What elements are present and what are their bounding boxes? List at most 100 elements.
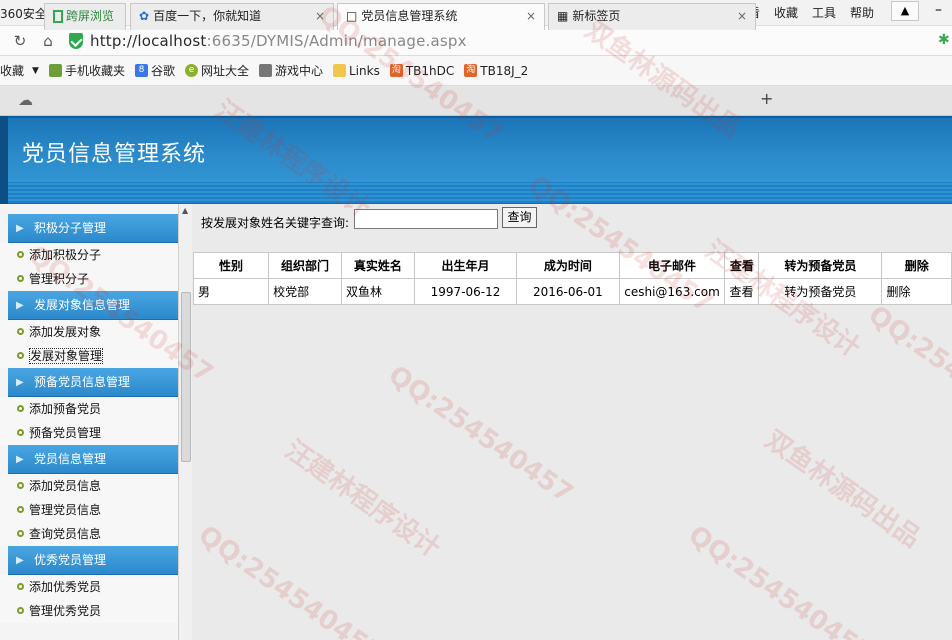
item-label: 管理党员信息	[29, 503, 102, 517]
globe-icon: e	[184, 64, 198, 77]
url-host: http://localhost	[90, 32, 207, 50]
section-label: 优秀党员管理	[34, 553, 107, 567]
delete-link[interactable]: 删除	[881, 278, 952, 305]
cell-gender: 男	[192, 278, 270, 305]
view-link[interactable]: 查看	[724, 278, 760, 305]
bookmark-games[interactable]: 游戏中心	[258, 62, 323, 79]
taobao-icon: 淘	[464, 64, 478, 77]
tab-new[interactable]: ▦ 新标签页 ×	[548, 3, 756, 30]
tab-cross-screen[interactable]: 跨屏浏览	[44, 3, 126, 30]
skin-icon[interactable]: ▲	[891, 1, 919, 21]
search-button[interactable]: 查询	[502, 207, 537, 228]
bookmark-tb1[interactable]: 淘 TB1hDC	[389, 64, 454, 78]
home-icon[interactable]: ⌂	[38, 31, 58, 51]
sidebar-item-add-excellent[interactable]: 添加优秀党员	[0, 575, 178, 599]
bullet-icon	[17, 429, 24, 436]
url-path: :6635/DYMIS/Admin/manage.aspx	[206, 32, 467, 50]
bullet-icon	[17, 482, 24, 489]
menu-tools[interactable]: 工具	[812, 4, 836, 21]
sidebar-item-manage-member[interactable]: 管理党员信息	[0, 498, 178, 522]
new-tab-button[interactable]: +	[760, 89, 773, 108]
cell-join-date: 2016-06-01	[516, 278, 620, 305]
url-field[interactable]: http://localhost:6635/DYMIS/Admin/manage…	[90, 32, 467, 50]
bullet-icon	[17, 405, 24, 412]
sidebar-section-development[interactable]: ▶ 发展对象信息管理	[8, 291, 178, 320]
col-view: 查看	[724, 252, 760, 279]
bookmark-label: 谷歌	[150, 64, 175, 78]
cloud-icon[interactable]: ☁	[18, 91, 33, 109]
folder-icon	[333, 64, 346, 77]
tab-party-system[interactable]: □ 党员信息管理系统 ×	[337, 3, 545, 30]
bookmark-favorites[interactable]: 收藏 ▼	[0, 62, 39, 79]
item-label: 添加优秀党员	[29, 580, 102, 594]
sidebar-item-manage-development[interactable]: 发展对象管理	[0, 344, 178, 368]
minimize-button[interactable]: –	[925, 1, 952, 21]
sidebar-item-add-activist[interactable]: 添加积极分子	[0, 243, 178, 267]
main-panel: 按发展对象姓名关键字查询: 查询 性别 组织部门 真实姓名 出生年月 成为时间 …	[192, 204, 952, 640]
sidebar-item-manage-activist[interactable]: 管理积分子	[0, 267, 178, 291]
sidebar-section-excellent[interactable]: ▶ 优秀党员管理	[8, 546, 178, 575]
security-shield-icon[interactable]	[69, 33, 83, 49]
scroll-up-icon[interactable]: ▲	[182, 206, 188, 215]
item-label: 查询党员信息	[29, 527, 102, 541]
col-convert: 转为预备党员	[758, 252, 883, 279]
sidebar-item-add-development[interactable]: 添加发展对象	[0, 320, 178, 344]
col-delete: 删除	[881, 252, 952, 279]
taobao-icon: 淘	[389, 64, 403, 77]
menu-help[interactable]: 帮助	[850, 4, 874, 21]
system-title: 党员信息管理系统	[22, 142, 207, 167]
tab-label: 跨屏浏览	[66, 9, 115, 23]
close-icon[interactable]: ×	[526, 4, 536, 29]
section-label: 发展对象信息管理	[34, 298, 131, 312]
tab-label: 新标签页	[572, 9, 621, 23]
col-gender: 性别	[192, 252, 270, 279]
search-input[interactable]	[354, 209, 498, 229]
sidebar-section-members[interactable]: ▶ 党员信息管理	[8, 445, 178, 474]
menu-favorites[interactable]: 收藏	[774, 4, 798, 21]
page-icon: □	[346, 9, 358, 23]
bookmark-tb2[interactable]: 淘 TB18J_2	[464, 64, 528, 78]
table-row: 男 校党部 双鱼林 1997-06-12 2016-06-01 ceshi@16…	[192, 278, 952, 305]
sidebar-item-add-member[interactable]: 添加党员信息	[0, 474, 178, 498]
grid-icon: ▦	[557, 9, 569, 23]
section-label: 积极分子管理	[34, 221, 107, 235]
tab-bar	[0, 86, 952, 116]
bookmark-mobile[interactable]: 手机收藏夹	[48, 62, 125, 79]
sidebar-section-probationary[interactable]: ▶ 预备党员信息管理	[8, 368, 178, 397]
close-icon[interactable]: ×	[315, 4, 325, 29]
sidebar-item-add-probationary[interactable]: 添加预备党员	[0, 397, 178, 421]
close-icon[interactable]: ×	[737, 4, 747, 29]
bookmark-links[interactable]: Links	[333, 64, 380, 78]
bookmark-label: TB18J_2	[480, 63, 529, 78]
tab-baidu[interactable]: ✿ 百度一下，你就知道 ×	[130, 3, 334, 30]
chevron-down-icon: ▼	[32, 65, 39, 76]
bookmark-label: Links	[349, 63, 380, 78]
google-icon: 8	[134, 64, 148, 77]
sidebar-item-manage-excellent[interactable]: 管理优秀党员	[0, 599, 178, 623]
col-birth: 出生年月	[413, 252, 518, 279]
scroll-thumb[interactable]	[181, 292, 191, 462]
gear-icon[interactable]: ✱	[938, 32, 950, 48]
header-edge	[0, 116, 8, 204]
data-table: 性别 组织部门 真实姓名 出生年月 成为时间 电子邮件 查看 转为预备党员 删除…	[192, 252, 952, 305]
cell-name: 双鱼林	[340, 278, 415, 305]
cell-department: 校党部	[268, 278, 342, 305]
triangle-icon: ▶	[16, 223, 24, 234]
item-label: 管理优秀党员	[29, 604, 102, 618]
sidebar: ▶ 积极分子管理 添加积极分子 管理积分子 ▶ 发展对象信息管理 添加发展对象 发展…	[0, 204, 178, 640]
sidebar-scrollbar[interactable]: ▲	[178, 204, 192, 640]
refresh-icon[interactable]: ↻	[10, 31, 30, 51]
bullet-icon	[17, 328, 24, 335]
baidu-paw-icon: ✿	[139, 9, 150, 23]
sidebar-section-activists[interactable]: ▶ 积极分子管理	[8, 214, 178, 243]
bookmark-sites[interactable]: e 网址大全	[184, 62, 249, 79]
cell-email: ceshi@163.com	[618, 278, 726, 305]
bookmark-label: 收藏	[0, 64, 25, 78]
sidebar-item-query-member[interactable]: 查询党员信息	[0, 522, 178, 546]
convert-link[interactable]: 转为预备党员	[758, 278, 883, 305]
sidebar-item-manage-probationary[interactable]: 预备党员管理	[0, 421, 178, 445]
bookmark-google[interactable]: 8 谷歌	[134, 62, 175, 79]
item-label: 管理积分子	[29, 272, 90, 286]
bullet-icon	[17, 506, 24, 513]
